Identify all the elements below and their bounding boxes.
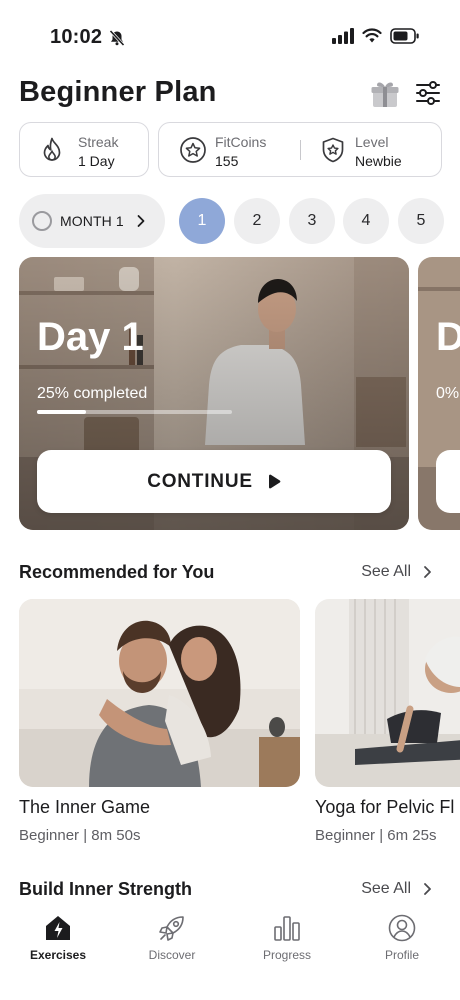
recommended-item-meta: Beginner | 6m 25s	[315, 827, 437, 844]
yoga-photo	[315, 599, 460, 787]
continue-button[interactable]: CONTINUE	[37, 450, 391, 513]
plan-day-card[interactable]: Day 1 25% completed CONTINUE	[19, 257, 409, 530]
day-pill-4[interactable]: 4	[343, 198, 389, 244]
filter-button[interactable]	[414, 80, 442, 106]
nav-label: Exercises	[29, 948, 87, 962]
recommended-see-all[interactable]: See All	[361, 563, 432, 581]
recommended-item-title: The Inner Game	[19, 797, 151, 817]
see-all-label: See All	[361, 880, 411, 897]
star-coin-icon	[180, 137, 206, 163]
streak-value: 1 Day	[78, 153, 115, 169]
gift-icon	[371, 82, 399, 107]
plan-progress-fill	[37, 410, 86, 414]
bar-chart-icon	[274, 916, 300, 941]
plan-day-title: Day 1	[37, 315, 144, 359]
plan-progress-text: 25% completed	[37, 385, 148, 402]
plan-progress-bar	[37, 410, 232, 414]
recommended-title: Recommended for You	[19, 562, 215, 582]
level-label: Level	[355, 134, 389, 150]
fitcoins-value: 155	[215, 153, 239, 169]
nav-profile[interactable]: Profile	[356, 906, 448, 962]
flame-icon	[43, 137, 61, 161]
coins-level-card[interactable]: FitCoins 155 Level Newbie	[158, 122, 442, 177]
level-value: Newbie	[355, 153, 402, 169]
continue-label: CONTINUE	[147, 470, 253, 492]
next-day-title: D	[436, 315, 460, 359]
couple-photo	[19, 599, 300, 787]
chevron-right-icon	[137, 215, 145, 227]
exercises-icon	[46, 916, 70, 940]
recommended-item-meta: Beginner | 8m 50s	[19, 827, 141, 844]
day-pill-3[interactable]: 3	[289, 198, 335, 244]
rocket-icon	[159, 916, 184, 941]
fitcoins-label: FitCoins	[215, 134, 267, 150]
recommended-item-title: Yoga for Pelvic Fl	[315, 797, 455, 817]
profile-icon	[388, 914, 416, 942]
stat-divider	[300, 140, 301, 160]
page-title: Beginner Plan	[19, 76, 217, 108]
next-day-continue-button[interactable]	[436, 450, 460, 513]
streak-label: Streak	[78, 134, 119, 150]
build-strength-see-all[interactable]: See All	[361, 880, 432, 898]
nav-progress[interactable]: Progress	[241, 906, 333, 962]
nav-exercises[interactable]: Exercises	[12, 906, 104, 962]
month-radio-icon	[32, 211, 52, 231]
shield-star-icon	[322, 137, 344, 163]
streak-card[interactable]: Streak 1 Day	[19, 122, 149, 177]
see-all-label: See All	[361, 563, 411, 580]
nav-label: Profile	[384, 948, 419, 962]
nav-label: Progress	[262, 948, 312, 962]
status-bar: 10:02	[0, 0, 460, 72]
play-icon	[268, 474, 281, 488]
chevron-right-icon	[424, 566, 431, 578]
battery-icon	[390, 28, 419, 44]
day-pill-1[interactable]: 1	[179, 198, 225, 244]
bottom-nav: Exercises Discover Progress Profile	[0, 906, 460, 1000]
month-label: MONTH 1	[60, 213, 124, 229]
gift-button[interactable]	[370, 80, 400, 108]
nav-discover[interactable]: Discover	[126, 906, 218, 962]
nav-label: Discover	[148, 948, 196, 962]
cellular-signal-icon	[332, 28, 354, 44]
recommended-card-yoga[interactable]	[315, 599, 460, 787]
day-pill-5[interactable]: 5	[398, 198, 444, 244]
plan-day-card-next[interactable]: D 0%	[418, 257, 460, 530]
day-pill-2[interactable]: 2	[234, 198, 280, 244]
month-selector[interactable]: MONTH 1	[19, 194, 165, 248]
bell-off-icon	[109, 29, 125, 46]
build-strength-title: Build Inner Strength	[19, 879, 192, 899]
next-day-progress: 0%	[436, 385, 460, 402]
recommended-card-inner-game[interactable]	[19, 599, 300, 787]
sliders-icon	[416, 81, 440, 105]
wifi-icon	[362, 28, 382, 43]
chevron-right-icon	[424, 883, 431, 895]
status-time: 10:02	[50, 26, 103, 48]
